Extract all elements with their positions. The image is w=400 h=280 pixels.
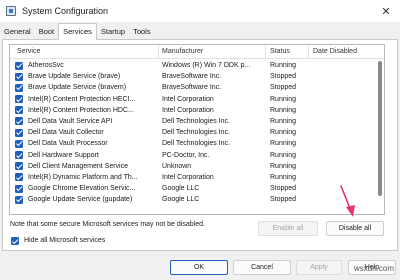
- ok-button[interactable]: OK: [170, 260, 228, 275]
- cancel-button[interactable]: Cancel: [233, 260, 291, 275]
- apply-button[interactable]: Apply: [296, 260, 342, 275]
- watermark: wsxdn.com: [353, 264, 394, 273]
- annotation-arrow-icon: [340, 185, 355, 217]
